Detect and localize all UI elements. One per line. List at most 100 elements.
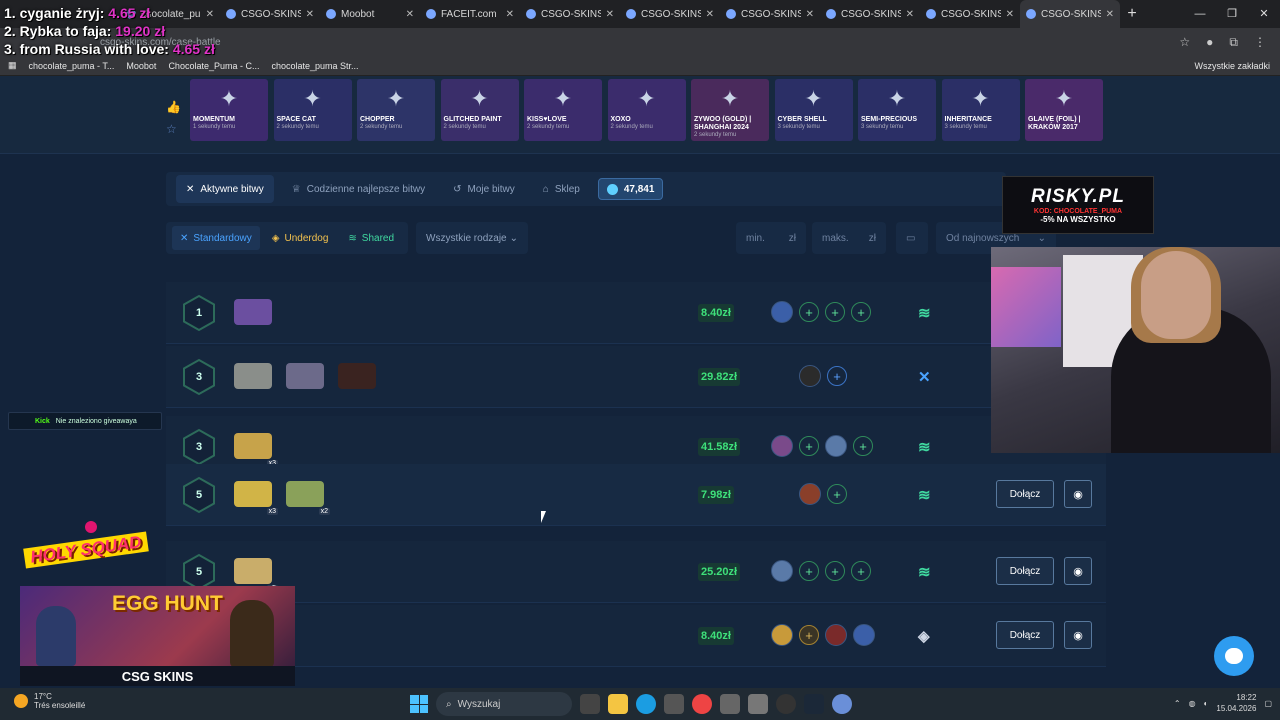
close-tab-icon[interactable]: ✕ (606, 9, 614, 20)
type-select[interactable]: Wszystkie rodzaje ⌄ (416, 222, 529, 254)
drop-item[interactable]: ✦ XOXO 2 sekundy temu (607, 79, 686, 141)
app-icon[interactable] (720, 694, 740, 714)
filter-shared[interactable]: ≋ Shared (340, 226, 402, 250)
join-slot-button[interactable]: + (799, 561, 819, 581)
puzzle-icon[interactable]: ⧉ (1229, 35, 1238, 50)
join-slot-button[interactable]: + (799, 625, 819, 645)
steam-icon[interactable] (804, 694, 824, 714)
taskbar-search[interactable]: ⌕ Wyszukaj (436, 692, 572, 716)
menu-icon[interactable]: ⋮ (1254, 35, 1266, 50)
browser-tab[interactable]: FACEIT.com ✕ (420, 0, 520, 28)
close-tab-icon[interactable]: ✕ (1006, 9, 1014, 20)
max-price-input[interactable]: maks. zł (812, 222, 886, 254)
chat-button[interactable] (1214, 636, 1254, 676)
avatar[interactable] (771, 624, 793, 646)
browser-tab[interactable]: CSGO-SKINS.C✕ (220, 0, 320, 28)
battle-row[interactable]: 5x525.20zł+++≋Dołącz◉ (166, 541, 1106, 603)
join-slot-button[interactable]: + (825, 561, 845, 581)
apps-icon[interactable]: ▦ (8, 60, 17, 71)
eye-icon[interactable]: ◉ (1064, 557, 1092, 585)
edge-icon[interactable] (636, 694, 656, 714)
all-bookmarks[interactable]: Wszystkie zakładki (1194, 61, 1270, 71)
tab-my-battles[interactable]: ↺ Moje bitwy (443, 175, 525, 203)
windows-start-icon[interactable] (410, 695, 428, 713)
minimize-icon[interactable]: — (1184, 0, 1216, 28)
tray-chevron-icon[interactable]: ⌃ (1174, 699, 1181, 708)
drop-item[interactable]: ✦ GLAIVE (FOIL) | KRAKÓW 2017 (1025, 79, 1103, 141)
network-icon[interactable]: ◍ (1189, 699, 1196, 708)
chrome-icon[interactable] (692, 694, 712, 714)
close-tab-icon[interactable]: ✕ (806, 9, 814, 20)
avatar[interactable] (799, 365, 821, 387)
filter-standard[interactable]: ✕ Standardowy (172, 226, 260, 250)
join-button[interactable]: Dołącz (996, 621, 1054, 649)
battle-row[interactable]: 1 8.40zł + + + ≋ (166, 282, 1106, 344)
coin-balance[interactable]: 47,841 (597, 178, 664, 200)
avatar[interactable] (825, 624, 847, 646)
browser-tab[interactable]: Moobot ✕ (320, 0, 420, 28)
notifications-icon[interactable]: ▢ (1264, 699, 1272, 708)
volume-icon[interactable]: ◐ (1204, 699, 1209, 708)
drop-item[interactable]: ✦ INHERITANCE 3 sekundy temu (941, 79, 1020, 141)
app-icon[interactable] (748, 694, 768, 714)
browser-tab[interactable]: CSGO-SKINS.C✕ (820, 0, 920, 28)
eye-icon[interactable]: ◉ (1064, 621, 1092, 649)
join-slot-button[interactable]: + (799, 436, 819, 456)
close-tab-icon[interactable]: ✕ (506, 9, 514, 20)
browser-tab[interactable]: CSGO-SKINS.C✕ (520, 0, 620, 28)
drop-item[interactable]: ✦ ZYWOO (GOLD) | SHANGHAI 2024 2 sekundy t… (691, 79, 769, 141)
min-price-input[interactable]: min. zł (736, 222, 806, 254)
store-icon[interactable] (664, 694, 684, 714)
avatar[interactable] (799, 483, 821, 505)
task-view-icon[interactable] (580, 694, 600, 714)
thumbs-up-icon[interactable]: 👍 (166, 100, 181, 114)
close-tab-icon[interactable]: ✕ (706, 9, 714, 20)
browser-tab[interactable]: CSGO-SKINS.C✕ (920, 0, 1020, 28)
avatar[interactable] (771, 560, 793, 582)
close-window-icon[interactable]: ✕ (1248, 0, 1280, 28)
close-tab-icon[interactable]: ✕ (406, 9, 414, 20)
join-slot-button[interactable]: + (853, 436, 873, 456)
drop-item[interactable]: ✦ SPACE CAT 2 sekundy temu (273, 79, 352, 141)
app-icon[interactable] (832, 694, 852, 714)
star-icon[interactable]: ☆ (1179, 35, 1190, 50)
join-slot-button[interactable]: + (851, 302, 871, 322)
extension-icon[interactable]: ● (1206, 35, 1213, 50)
eye-icon[interactable]: ◉ (1064, 480, 1092, 508)
drop-item[interactable]: ✦ CYBER SHELL 3 sekundy temu (774, 79, 853, 141)
weather-widget[interactable]: 17°C Trés ensoleillé (14, 692, 85, 710)
obs-icon[interactable] (776, 694, 796, 714)
drop-item[interactable]: ✦ SEMI-PRECIOUS 3 sekundy temu (858, 79, 936, 141)
join-slot-button[interactable]: + (827, 366, 847, 386)
bookmark-1[interactable]: chocolate_puma - T... (29, 61, 115, 71)
file-explorer-icon[interactable] (608, 694, 628, 714)
browser-tab[interactable]: CSGO-SKINS.C✕ (1020, 0, 1120, 28)
join-slot-button[interactable]: + (799, 302, 819, 322)
battle-row[interactable]: 5 x3 x2 7.98zł + ≋ Dołącz ◉ (166, 464, 1106, 526)
maximize-icon[interactable]: ❐ (1216, 0, 1248, 28)
close-tab-icon[interactable]: ✕ (306, 9, 314, 20)
join-button[interactable]: Dołącz (996, 480, 1054, 508)
tab-shop[interactable]: ⌂ Sklep (533, 175, 590, 203)
new-tab-button[interactable]: + (1120, 5, 1144, 23)
browser-tab[interactable]: CSGO-SKINS.C✕ (620, 0, 720, 28)
avatar[interactable] (771, 301, 793, 323)
join-slot-button[interactable]: + (825, 302, 845, 322)
calendar-icon[interactable]: ▭ (896, 222, 928, 254)
join-slot-button[interactable]: + (851, 561, 871, 581)
clock[interactable]: 18:22 15.04.2026 (1216, 692, 1256, 714)
join-button[interactable]: Dołącz (996, 557, 1054, 585)
join-slot-button[interactable]: + (827, 484, 847, 504)
filter-underdog[interactable]: ◈ Underdog (264, 226, 337, 250)
avatar[interactable] (853, 624, 875, 646)
star-icon[interactable]: ☆ (166, 122, 177, 136)
bookmark-2[interactable]: Moobot (126, 61, 156, 71)
tab-daily-best[interactable]: ♕ Codzienne najlepsze bitwy (282, 175, 435, 203)
avatar[interactable] (825, 435, 847, 457)
browser-tab[interactable]: CSGO-SKINS.C✕ (720, 0, 820, 28)
drop-item[interactable]: ✦ MOMENTUM 1 sekundy temu (190, 79, 268, 141)
drop-item[interactable]: ✦ KISS♥LOVE 2 sekundy temu (524, 79, 602, 141)
tab-active-battles[interactable]: ✕ Aktywne bitwy (176, 175, 274, 203)
bookmark-4[interactable]: chocolate_puma Str... (271, 61, 358, 71)
battle-row[interactable]: 3 29.82zł + ✕ (166, 346, 1106, 408)
